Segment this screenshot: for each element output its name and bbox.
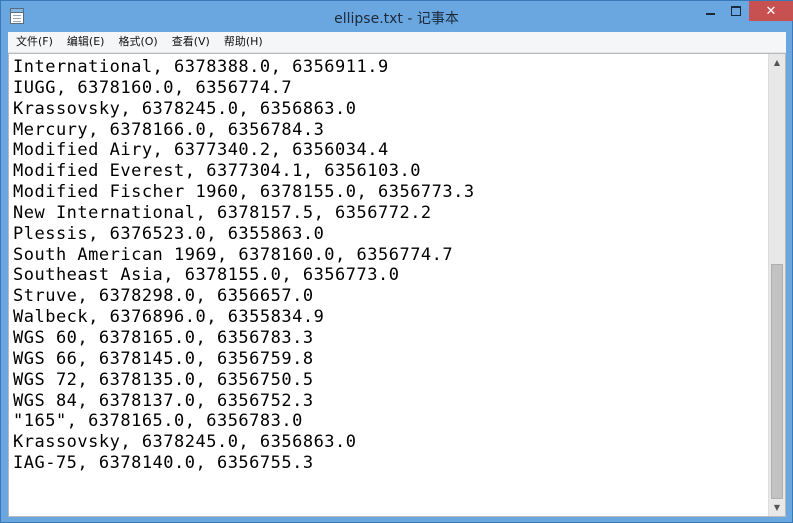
text-line: Walbeck, 6376896.0, 6355834.9 (13, 307, 325, 328)
scroll-down-icon[interactable]: ▼ (769, 499, 785, 516)
text-line: Struve, 6378298.0, 6356657.0 (13, 286, 314, 307)
text-line: Krassovsky, 6378245.0, 6356863.0 (13, 432, 357, 453)
menu-edit[interactable]: 编辑(E) (59, 32, 111, 52)
text-line: Krassovsky, 6378245.0, 6356863.0 (13, 98, 357, 119)
menu-help[interactable]: 帮助(H) (216, 32, 269, 52)
close-icon: ✕ (765, 3, 777, 19)
text-line: IAG-75, 6378140.0, 6356755.3 (13, 453, 314, 474)
minimize-icon (705, 13, 715, 15)
close-button[interactable]: ✕ (749, 1, 793, 21)
text-line: WGS 66, 6378145.0, 6356759.8 (13, 348, 314, 369)
title-bar[interactable]: ellipse.txt - 记事本 ✕ (1, 1, 793, 31)
menu-file[interactable]: 文件(F) (8, 32, 59, 52)
text-line: Plessis, 6376523.0, 6355863.0 (13, 223, 325, 244)
text-line: WGS 60, 6378165.0, 6356783.3 (13, 327, 314, 348)
text-line: International, 6378388.0, 6356911.9 (13, 57, 389, 77)
minimize-button[interactable] (697, 1, 723, 21)
notepad-window: ellipse.txt - 记事本 ✕ 文件(F) 编辑(E) 格式(O) 查看… (0, 0, 793, 523)
vertical-scrollbar[interactable]: ▲ ▼ (768, 54, 785, 516)
text-line: New International, 6378157.5, 6356772.2 (13, 202, 432, 223)
scroll-up-icon[interactable]: ▲ (769, 54, 785, 71)
scroll-thumb[interactable] (771, 264, 783, 499)
text-content[interactable]: International, 6378388.0, 6356911.9 IUGG,… (13, 57, 763, 512)
text-line: IUGG, 6378160.0, 6356774.7 (13, 77, 293, 98)
text-line: Mercury, 6378166.0, 6356784.3 (13, 119, 325, 140)
text-line: South American 1969, 6378160.0, 6356774.… (13, 244, 454, 265)
text-line: WGS 72, 6378135.0, 6356750.5 (13, 369, 314, 390)
menu-format[interactable]: 格式(O) (110, 32, 163, 52)
text-editor[interactable]: International, 6378388.0, 6356911.9 IUGG,… (8, 53, 786, 517)
window-title: ellipse.txt - 记事本 (334, 11, 459, 27)
text-line: WGS 84, 6378137.0, 6356752.3 (13, 390, 314, 411)
menu-view[interactable]: 查看(V) (164, 32, 216, 52)
text-line: "165", 6378165.0, 6356783.0 (13, 411, 303, 432)
text-line: Modified Everest, 6377304.1, 6356103.0 (13, 161, 421, 182)
maximize-icon (731, 6, 741, 16)
text-line: Modified Airy, 6377340.2, 6356034.4 (13, 140, 389, 161)
text-line: Modified Fischer 1960, 6378155.0, 635677… (13, 182, 475, 203)
menu-bar: 文件(F) 编辑(E) 格式(O) 查看(V) 帮助(H) (8, 32, 786, 53)
maximize-button[interactable] (723, 1, 749, 21)
text-line: Southeast Asia, 6378155.0, 6356773.0 (13, 265, 400, 286)
